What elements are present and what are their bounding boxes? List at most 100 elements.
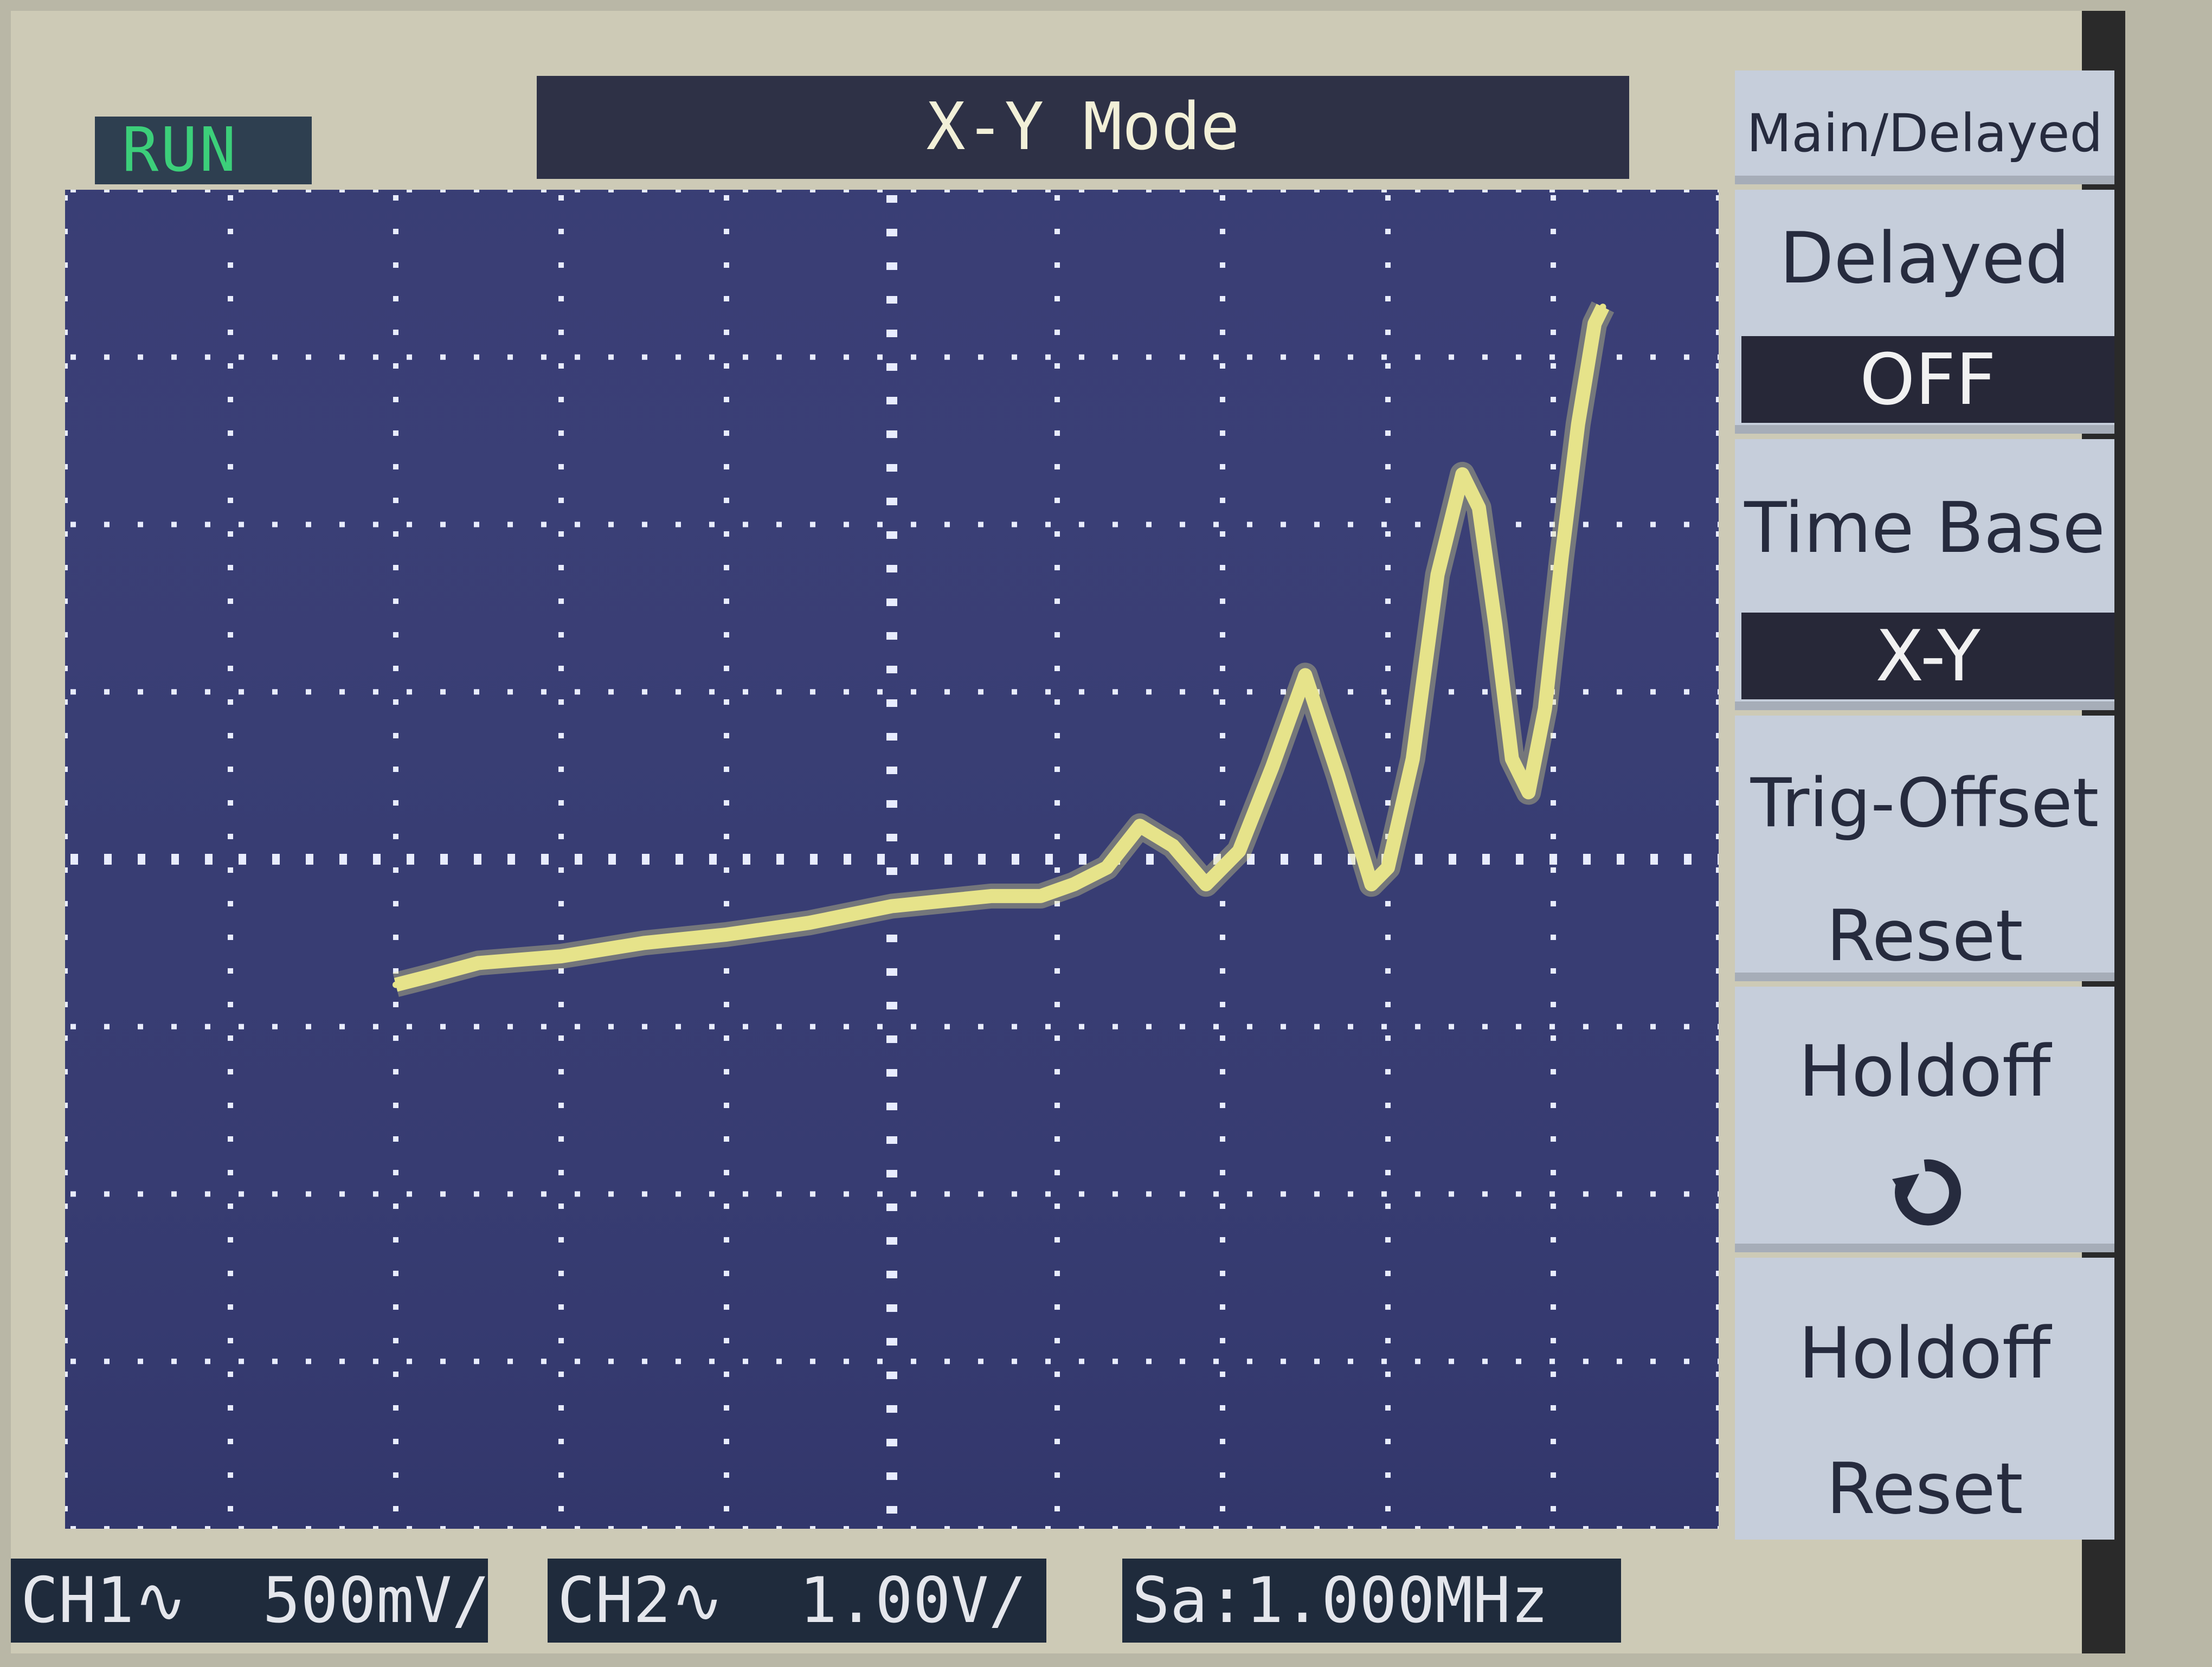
grid-dot bbox=[1054, 430, 1060, 436]
grid-dot bbox=[1281, 689, 1286, 695]
xy-display bbox=[65, 190, 1719, 1529]
grid-dot bbox=[558, 1304, 564, 1310]
grid-dot bbox=[339, 1191, 345, 1197]
grid-dot bbox=[886, 195, 897, 203]
grid-dot bbox=[1449, 1024, 1454, 1029]
grid-dot bbox=[1314, 1191, 1320, 1197]
grid-dot bbox=[1314, 854, 1322, 865]
grid-dot bbox=[1684, 1526, 1689, 1529]
grid-dot bbox=[886, 598, 897, 606]
grid-dot bbox=[65, 1035, 68, 1041]
grid-dot bbox=[1113, 1526, 1118, 1529]
grid-dot bbox=[558, 733, 564, 738]
trace-point bbox=[640, 939, 647, 947]
trace-point bbox=[1409, 755, 1416, 762]
grid-dot bbox=[1348, 354, 1353, 360]
grid-dot bbox=[1012, 854, 1019, 865]
grid-dot bbox=[1385, 464, 1391, 469]
grid-dot bbox=[886, 1069, 897, 1077]
grid-dot bbox=[1716, 430, 1719, 436]
grid-dot bbox=[558, 867, 564, 873]
menu-trig-offset[interactable]: Trig-Offset Reset bbox=[1735, 716, 2114, 981]
grid-dot bbox=[339, 1359, 345, 1365]
grid-dot bbox=[1549, 190, 1555, 192]
grid-dot bbox=[558, 666, 564, 671]
grid-dot bbox=[1220, 733, 1225, 738]
grid-dot bbox=[70, 1359, 76, 1365]
grid-dot bbox=[228, 1203, 233, 1209]
grid-dot bbox=[1549, 1359, 1555, 1365]
grid-dot bbox=[1583, 522, 1589, 527]
grid-dot bbox=[1551, 397, 1556, 402]
grid-dot bbox=[1220, 1439, 1225, 1444]
grid-dot bbox=[1482, 1024, 1488, 1029]
grid-dot bbox=[1385, 1203, 1391, 1209]
grid-dot bbox=[709, 1359, 715, 1365]
grid-dot bbox=[1718, 1024, 1719, 1029]
grid-dot bbox=[1314, 1024, 1320, 1029]
grid-dot bbox=[507, 190, 513, 192]
grid-dot bbox=[1516, 1526, 1521, 1529]
grid-dot bbox=[1449, 354, 1454, 360]
grid-dot bbox=[1146, 854, 1154, 865]
grid-dot bbox=[65, 901, 68, 906]
grid-dot bbox=[1348, 1359, 1353, 1365]
menu-main-delayed[interactable]: Main/Delayed bbox=[1735, 70, 2114, 184]
grid-dot bbox=[1045, 1191, 1051, 1197]
grid-dot bbox=[306, 1024, 311, 1029]
grid-dot bbox=[724, 498, 729, 503]
grid-dot bbox=[886, 1338, 897, 1346]
trace-point bbox=[1525, 789, 1532, 796]
grid-dot bbox=[393, 430, 398, 436]
grid-dot bbox=[1716, 666, 1719, 671]
grid-dot bbox=[1716, 397, 1719, 402]
grid-dot bbox=[1220, 363, 1225, 369]
grid-dot bbox=[474, 1191, 479, 1197]
grid-dot bbox=[886, 800, 897, 808]
grid-dot bbox=[1551, 330, 1556, 335]
grid-dot bbox=[886, 1405, 897, 1413]
menu-holdoff-adjust[interactable]: Holdoff bbox=[1735, 987, 2114, 1252]
grid-dot bbox=[393, 1237, 398, 1243]
grid-dot bbox=[1220, 1035, 1225, 1041]
grid-dot bbox=[886, 834, 897, 841]
grid-dot bbox=[1516, 1024, 1521, 1029]
grid-dot bbox=[608, 689, 614, 695]
grid-dot bbox=[1583, 1191, 1589, 1197]
menu-delayed[interactable]: Delayed OFF bbox=[1735, 190, 2114, 434]
grid-dot bbox=[724, 1170, 729, 1175]
grid-dot bbox=[558, 296, 564, 301]
grid-dot bbox=[886, 1136, 897, 1144]
grid-dot bbox=[886, 867, 897, 875]
grid-dot bbox=[1482, 689, 1488, 695]
grid-dot bbox=[228, 430, 233, 436]
grid-dot bbox=[228, 498, 233, 503]
trace-point bbox=[1599, 304, 1606, 311]
grid-dot bbox=[1516, 1191, 1521, 1197]
grid-dot bbox=[65, 565, 68, 570]
grid-dot bbox=[724, 195, 729, 201]
grid-dot bbox=[776, 354, 782, 360]
trace-point bbox=[1169, 842, 1176, 849]
grid-dot bbox=[1716, 464, 1719, 469]
grid-dot bbox=[1716, 1338, 1719, 1343]
menu-time-base[interactable]: Time Base X-Y bbox=[1735, 439, 2114, 710]
grid-dot bbox=[407, 522, 412, 527]
grid-dot bbox=[1012, 1359, 1017, 1365]
grid-dot bbox=[228, 330, 233, 335]
grid-dot bbox=[1551, 1170, 1556, 1175]
grid-dot bbox=[1385, 666, 1391, 671]
grid-dot bbox=[171, 354, 177, 360]
grid-dot bbox=[65, 666, 68, 671]
grid-dot bbox=[1012, 522, 1017, 527]
grid-dot bbox=[1213, 354, 1219, 360]
grid-dot bbox=[558, 1002, 564, 1007]
grid-dot bbox=[1079, 190, 1084, 192]
grid-dot bbox=[886, 1002, 897, 1009]
menu-holdoff-reset[interactable]: Holdoff Reset bbox=[1735, 1258, 2114, 1540]
grid-dot bbox=[407, 1359, 412, 1365]
grid-dot bbox=[844, 190, 849, 192]
grid-dot bbox=[1220, 1271, 1225, 1276]
grid-dot bbox=[1348, 190, 1353, 192]
grid-dot bbox=[709, 854, 717, 865]
